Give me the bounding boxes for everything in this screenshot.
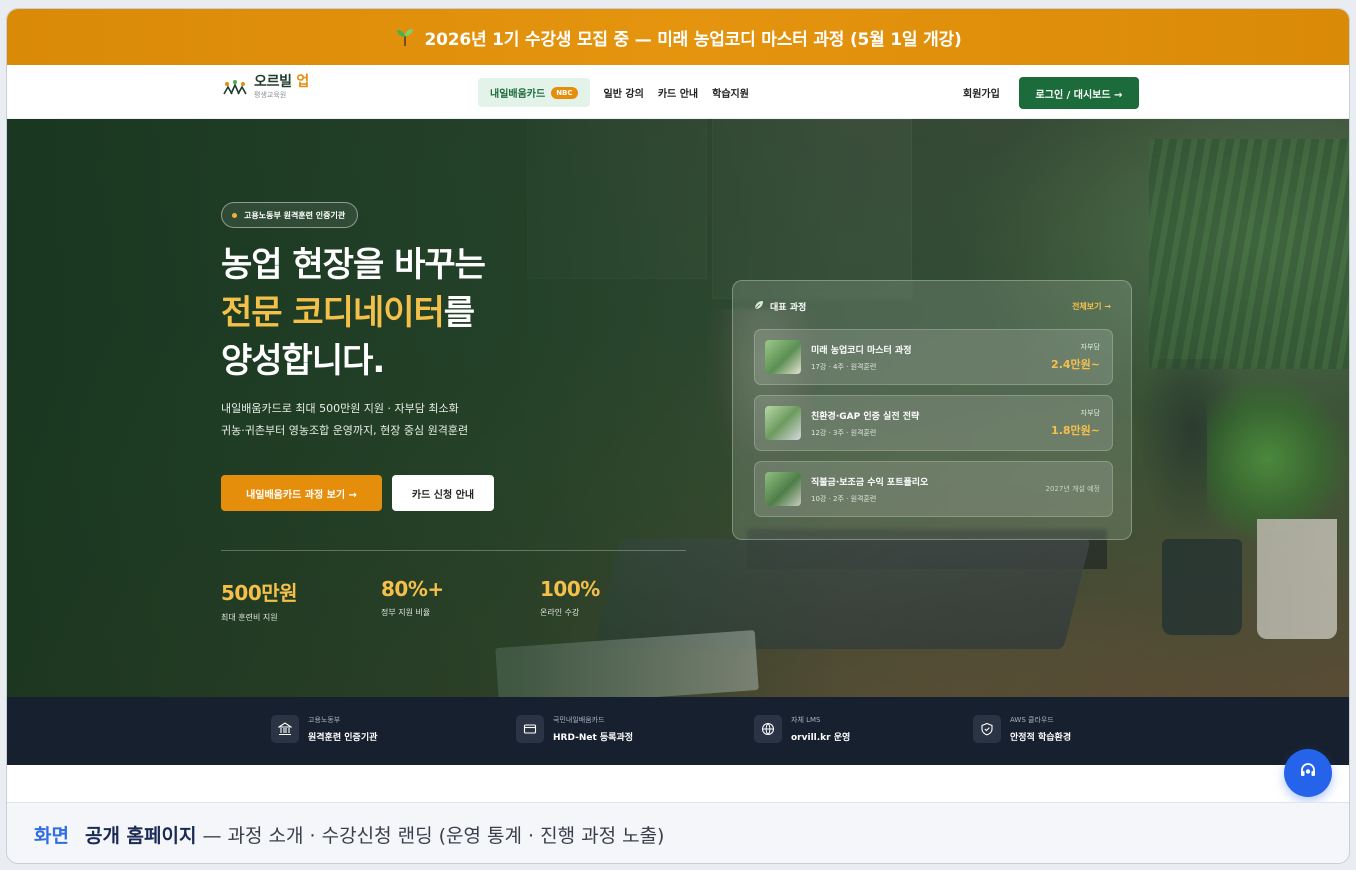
course-meta: 12강 · 3주 · 원격훈련: [811, 428, 877, 437]
trust-item-lms: 자체 LMS orvill.kr 운영: [754, 715, 850, 743]
support-chat-button[interactable]: [1284, 749, 1332, 797]
menu-item-card-guide[interactable]: 카드 안내: [658, 78, 698, 107]
nbc-courses-button[interactable]: 내일배움카드 과정 보기 →: [221, 475, 382, 511]
course-name: 친환경·GAP 인증 실전 전략: [811, 411, 920, 422]
course-thumbnail: [765, 472, 801, 506]
hero-desc-line-2: 귀농·귀촌부터 영농조합 운영까지, 현장 중심 원격훈련: [221, 424, 469, 437]
stat-value: 100%: [540, 577, 600, 601]
caption-key: 화면: [34, 824, 69, 847]
featured-courses-title-label: 대표 과정: [770, 303, 807, 313]
stat-online: 100% 온라인 수강: [540, 577, 600, 618]
headline-line-3: 양성합니다.: [221, 341, 385, 381]
menu-item-general-courses[interactable]: 일반 강의: [604, 78, 644, 107]
headline-line-2: 전문 코디네이터를: [221, 293, 475, 333]
course-card[interactable]: 미래 농업코디 마스터 과정 17강 · 4주 · 원격훈련 자부담 2.4만원…: [754, 329, 1113, 385]
course-card[interactable]: 직불금·보조금 수익 포트폴리오 10강 · 2주 · 원격훈련 2027년 개…: [754, 461, 1113, 517]
screen-caption: 화면 공개 홈페이지 — 과정 소개 · 수강신청 랜딩 (운영 통계 · 진행…: [7, 802, 1349, 863]
top-nav: 오르빌 업 평생교육원 내일배움카드 NBC 일반 강의 카드 안내 학습지원 …: [7, 65, 1349, 119]
bank-icon: [271, 715, 299, 743]
promo-banner[interactable]: 2026년 1기 수강생 모집 중 — 미래 농업코디 마스터 과정 (5월 1…: [7, 9, 1349, 65]
main-menu: 내일배움카드 NBC 일반 강의 카드 안내 학습지원: [478, 78, 749, 107]
certification-badge: 고용노동부 원격훈련 인증기관: [221, 202, 359, 228]
course-name: 직불금·보조금 수익 포트폴리오: [811, 477, 929, 488]
caption-body: 공개 홈페이지 — 과정 소개 · 수강신청 랜딩 (운영 통계 · 진행 과정…: [85, 821, 665, 848]
trust-strip: 고용노동부 원격훈련 인증기관 국민내일배움카드 HRD-Net 등록과정 자체…: [7, 697, 1349, 765]
promo-text: 2026년 1기 수강생 모집 중 — 미래 농업코디 마스터 과정 (5월 1…: [424, 29, 962, 50]
app-frame: 2026년 1기 수강생 모집 중 — 미래 농업코디 마스터 과정 (5월 1…: [6, 8, 1350, 864]
dot-icon: [232, 212, 237, 218]
caption-description: — 과정 소개 · 수강신청 랜딩 (운영 통계 · 진행 과정 노출): [202, 824, 665, 847]
course-meta: 10강 · 2주 · 원격훈련: [811, 494, 877, 503]
course-thumbnail: [765, 340, 801, 374]
course-price: 1.8만원~: [1051, 424, 1100, 437]
shield-icon: [973, 715, 1001, 743]
course-opening-note: 2027년 개설 예정: [1045, 485, 1100, 493]
content-area: [7, 765, 1349, 801]
course-price: 2.4만원~: [1051, 358, 1100, 371]
stat-label: 정부 지원 비율: [381, 608, 431, 617]
stat-label: 온라인 수강: [540, 608, 580, 617]
course-tag: 자부담: [1080, 343, 1100, 351]
trust-small-label: AWS 클라우드: [1010, 716, 1054, 724]
certification-badge-label: 고용노동부 원격훈련 인증기관: [244, 210, 346, 220]
featured-courses-title: 대표 과정: [754, 300, 806, 313]
support-chat-icon: [1298, 761, 1318, 785]
card-apply-guide-button[interactable]: 카드 신청 안내: [392, 475, 494, 511]
trust-item-aws: AWS 클라우드 안정적 학습환경: [973, 715, 1071, 743]
hero-overlay: [7, 119, 1349, 697]
course-meta: 17강 · 4주 · 원격훈련: [811, 362, 877, 371]
sprout-icon: [394, 26, 416, 48]
trust-small-label: 자체 LMS: [791, 716, 821, 724]
logo-subtitle: 평생교육원: [254, 91, 287, 99]
menu-item-learning-support[interactable]: 학습지원: [712, 78, 749, 107]
hero-description: 내일배움카드로 최대 500만원 지원 · 자부담 최소화 귀농·귀촌부터 영농…: [221, 398, 468, 442]
course-name: 미래 농업코디 마스터 과정: [811, 345, 912, 356]
trust-item-certified: 고용노동부 원격훈련 인증기관: [271, 715, 377, 743]
card-icon: [516, 715, 544, 743]
stat-label: 최대 훈련비 지원: [221, 613, 278, 622]
logo-name: 오르빌 업: [254, 74, 309, 90]
signup-link[interactable]: 회원가입: [963, 85, 1000, 100]
course-tag: 자부담: [1080, 409, 1100, 417]
stat-max-support: 500만원 최대 훈련비 지원: [221, 577, 298, 623]
globe-icon: [754, 715, 782, 743]
trust-small-label: 고용노동부: [308, 716, 341, 724]
logo[interactable]: 오르빌 업 평생교육원: [222, 75, 309, 99]
nbc-badge: NBC: [551, 86, 578, 99]
leaf-icon: [754, 300, 764, 313]
headline-line-1: 농업 현장을 바꾸는: [221, 245, 486, 285]
view-all-link[interactable]: 전체보기 →: [1072, 301, 1111, 312]
hero-section: 고용노동부 원격훈련 인증기관 농업 현장을 바꾸는 전문 코디네이터를 양성합…: [7, 119, 1349, 697]
hero-headline: 농업 현장을 바꾸는 전문 코디네이터를 양성합니다.: [221, 241, 486, 385]
hero-divider: [221, 550, 686, 551]
trust-item-hrd: 국민내일배움카드 HRD-Net 등록과정: [516, 715, 633, 743]
featured-courses-panel: 대표 과정 전체보기 → 미래 농업코디 마스터 과정 17강 · 4주 · 원…: [732, 280, 1132, 540]
stat-value: 500만원: [221, 581, 298, 605]
course-card[interactable]: 친환경·GAP 인증 실전 전략 12강 · 3주 · 원격훈련 자부담 1.8…: [754, 395, 1113, 451]
logo-mark-icon: [222, 78, 248, 96]
course-thumbnail: [765, 406, 801, 440]
trust-big-label: orvill.kr 운영: [791, 733, 851, 743]
stat-value: 80%+: [381, 577, 444, 601]
stat-gov-ratio: 80%+ 정부 지원 비율: [381, 577, 444, 618]
hero-desc-line-1: 내일배움카드로 최대 500만원 지원 · 자부담 최소화: [221, 402, 459, 415]
menu-item-nbc[interactable]: 내일배움카드 NBC: [478, 78, 590, 107]
login-dashboard-button[interactable]: 로그인 / 대시보드 →: [1019, 77, 1139, 109]
trust-small-label: 국민내일배움카드: [553, 716, 605, 724]
menu-item-label: 내일배움카드: [490, 89, 546, 100]
trust-big-label: 원격훈련 인증기관: [308, 733, 378, 743]
trust-big-label: HRD-Net 등록과정: [553, 733, 634, 743]
trust-big-label: 안정적 학습환경: [1010, 733, 1072, 743]
caption-title: 공개 홈페이지: [84, 824, 197, 847]
